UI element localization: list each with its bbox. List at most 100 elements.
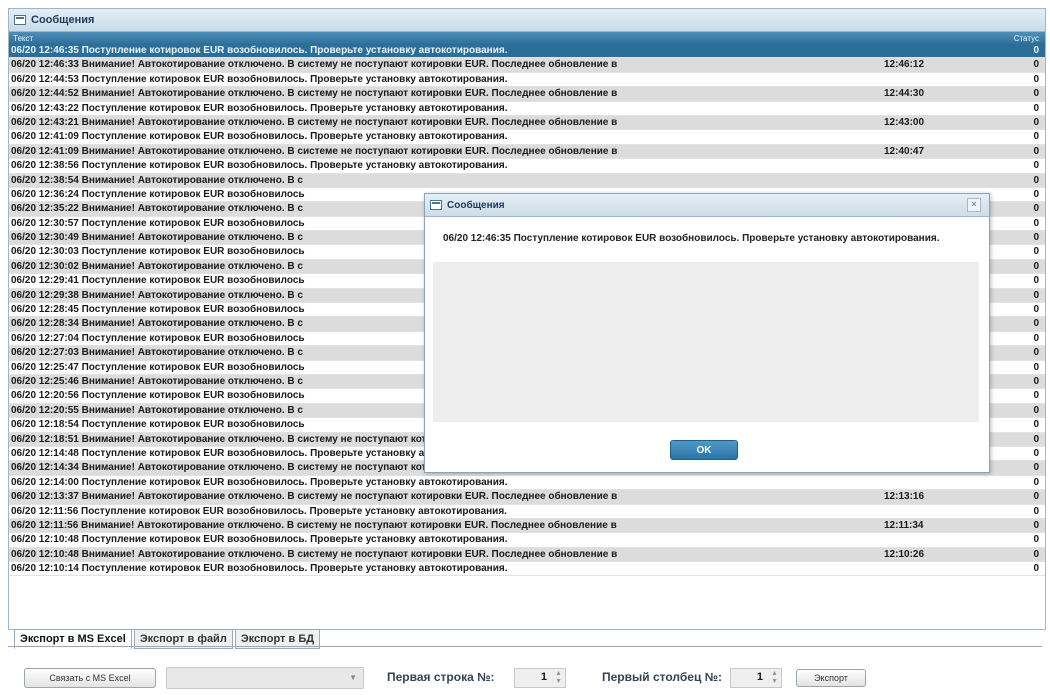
table-row[interactable]: 06/20 12:44:52 Внимание! Автокотирование… bbox=[9, 87, 1045, 102]
window-icon bbox=[430, 200, 442, 210]
status-value: 0 bbox=[1033, 447, 1039, 459]
last-update-time: 12:43:00 bbox=[884, 116, 925, 128]
message-text: 06/20 12:43:21 Внимание! Автокотирование… bbox=[11, 116, 618, 128]
table-row[interactable]: 06/20 12:38:56 Поступление котировок EUR… bbox=[9, 159, 1045, 174]
status-value: 0 bbox=[1033, 88, 1039, 100]
stepper-arrows-icon[interactable]: ▲ ▼ bbox=[555, 670, 562, 686]
status-value: 0 bbox=[1033, 289, 1039, 301]
message-text: 06/20 12:46:33 Внимание! Автокотирование… bbox=[11, 59, 618, 71]
export-button[interactable]: Экспорт bbox=[796, 669, 866, 687]
table-row[interactable]: 06/20 12:44:53 Поступление котировок EUR… bbox=[9, 72, 1045, 88]
status-value: 0 bbox=[1033, 318, 1039, 330]
table-row[interactable]: 06/20 12:38:54 Внимание! Автокотирование… bbox=[9, 173, 1045, 188]
message-text: 06/20 12:30:03 Поступление котировок EUR… bbox=[11, 246, 305, 258]
status-value: 0 bbox=[1033, 275, 1039, 287]
message-text: 06/20 12:38:54 Внимание! Автокотирование… bbox=[11, 174, 303, 186]
table-row[interactable]: 06/20 12:41:09 Поступление котировок EUR… bbox=[9, 130, 1045, 145]
close-icon[interactable]: × bbox=[967, 198, 981, 212]
status-value: 0 bbox=[1033, 145, 1039, 157]
status-value: 0 bbox=[1033, 116, 1039, 128]
dialog-body bbox=[433, 262, 979, 422]
workbook-select[interactable]: ▼ bbox=[166, 667, 364, 689]
message-text: 06/20 12:43:22 Поступление котировок EUR… bbox=[11, 102, 508, 114]
status-value: 0 bbox=[1033, 548, 1039, 560]
status-value: 0 bbox=[1033, 361, 1039, 373]
grid-header: Текст Статус bbox=[9, 32, 1045, 44]
message-text: 06/20 12:38:56 Поступление котировок EUR… bbox=[11, 160, 508, 172]
message-text: 06/20 12:29:38 Внимание! Автокотирование… bbox=[11, 289, 303, 301]
message-text: 06/20 12:20:56 Поступление котировок EUR… bbox=[11, 390, 305, 402]
message-text: 06/20 12:30:02 Внимание! Автокотирование… bbox=[11, 260, 303, 272]
message-text: 06/20 12:10:14 Поступление котировок EUR… bbox=[11, 563, 508, 575]
status-value: 0 bbox=[1033, 73, 1039, 85]
message-text: 06/20 12:46:35 Поступление котировок EUR… bbox=[11, 45, 508, 56]
column-header-text[interactable]: Текст bbox=[13, 34, 33, 43]
message-text: 06/20 12:14:00 Поступление котировок EUR… bbox=[11, 476, 508, 488]
table-row[interactable]: 06/20 12:11:56 Внимание! Автокотирование… bbox=[9, 518, 1045, 534]
stepper-arrows-icon[interactable]: ▲ ▼ bbox=[771, 670, 778, 686]
link-excel-button[interactable]: Связать с MS Excel bbox=[24, 668, 156, 688]
status-value: 0 bbox=[1033, 131, 1039, 143]
table-row[interactable]: 06/20 12:10:48 Внимание! Автокотирование… bbox=[9, 547, 1045, 563]
table-row[interactable]: 06/20 12:46:35 Поступление котировок EUR… bbox=[9, 44, 1045, 59]
status-value: 0 bbox=[1033, 347, 1039, 359]
table-row[interactable]: 06/20 12:43:22 Поступление котировок EUR… bbox=[9, 101, 1045, 116]
message-text: 06/20 12:13:37 Внимание! Автокотирование… bbox=[11, 491, 618, 503]
column-header-status[interactable]: Статус bbox=[1014, 34, 1039, 43]
message-text: 06/20 12:44:53 Поступление котировок EUR… bbox=[11, 73, 508, 85]
message-text: 06/20 12:11:56 Поступление котировок EUR… bbox=[11, 505, 507, 517]
message-text: 06/20 12:28:34 Внимание! Автокотирование… bbox=[11, 318, 303, 330]
first-col-stepper[interactable]: 1 ▲ ▼ bbox=[730, 668, 782, 688]
window-icon bbox=[14, 15, 26, 25]
table-row[interactable]: 06/20 12:11:56 Поступление котировок EUR… bbox=[9, 504, 1045, 519]
status-value: 0 bbox=[1033, 433, 1039, 445]
table-row[interactable]: 06/20 12:10:48 Поступление котировок EUR… bbox=[9, 533, 1045, 548]
message-text: 06/20 12:10:48 Внимание! Автокотирование… bbox=[11, 548, 618, 560]
status-value: 0 bbox=[1033, 160, 1039, 172]
message-text: 06/20 12:27:03 Внимание! Автокотирование… bbox=[11, 347, 303, 359]
message-text: 06/20 12:25:46 Внимание! Автокотирование… bbox=[11, 375, 303, 387]
table-row[interactable]: 06/20 12:10:14 Поступление котировок EUR… bbox=[9, 562, 1045, 577]
message-text: 06/20 12:10:48 Поступление котировок EUR… bbox=[11, 534, 508, 546]
last-update-time: 12:13:16 bbox=[884, 491, 925, 503]
message-text: 06/20 12:35:22 Внимание! Автокотирование… bbox=[11, 203, 303, 215]
status-value: 0 bbox=[1033, 404, 1039, 416]
status-value: 0 bbox=[1033, 419, 1039, 431]
table-row[interactable]: 06/20 12:13:37 Внимание! Автокотирование… bbox=[9, 490, 1045, 505]
dropdown-arrow-icon: ▼ bbox=[349, 673, 357, 682]
status-value: 0 bbox=[1033, 203, 1039, 215]
last-update-time: 12:46:12 bbox=[884, 59, 925, 71]
table-row[interactable]: 06/20 12:46:33 Внимание! Автокотирование… bbox=[9, 58, 1045, 73]
status-value: 0 bbox=[1033, 232, 1039, 244]
status-value: 0 bbox=[1033, 217, 1039, 229]
status-value: 0 bbox=[1033, 462, 1039, 474]
panel-titlebar: Сообщения bbox=[9, 9, 1045, 32]
status-value: 0 bbox=[1033, 476, 1039, 488]
status-value: 0 bbox=[1033, 246, 1039, 258]
status-value: 0 bbox=[1033, 59, 1039, 71]
panel-title: Сообщения bbox=[31, 14, 95, 26]
message-text: 06/20 12:30:57 Поступление котировок EUR… bbox=[11, 217, 305, 229]
status-value: 0 bbox=[1033, 260, 1039, 272]
ok-button[interactable]: OK bbox=[670, 440, 738, 460]
message-text: 06/20 12:41:09 Поступление котировок EUR… bbox=[11, 131, 508, 143]
first-row-stepper[interactable]: 1 ▲ ▼ bbox=[514, 668, 566, 688]
status-value: 0 bbox=[1033, 390, 1039, 402]
message-text: 06/20 12:28:45 Поступление котировок EUR… bbox=[11, 304, 305, 316]
table-row[interactable]: 06/20 12:14:00 Поступление котировок EUR… bbox=[9, 475, 1045, 491]
message-text: 06/20 12:30:49 Внимание! Автокотирование… bbox=[11, 232, 303, 244]
first-col-label: Первый столбец №: bbox=[602, 670, 723, 684]
tab-divider bbox=[8, 646, 1042, 647]
table-row[interactable]: 06/20 12:43:21 Внимание! Автокотирование… bbox=[9, 115, 1045, 131]
status-value: 0 bbox=[1033, 491, 1039, 503]
dialog-title: Сообщения bbox=[447, 199, 505, 211]
status-value: 0 bbox=[1033, 505, 1039, 517]
message-text: 06/20 12:11:56 Внимание! Автокотирование… bbox=[11, 519, 617, 531]
last-update-time: 12:11:34 bbox=[884, 519, 924, 531]
table-row[interactable]: 06/20 12:41:09 Внимание! Автокотирование… bbox=[9, 144, 1045, 160]
message-text: 06/20 12:44:52 Внимание! Автокотирование… bbox=[11, 88, 618, 100]
last-update-time: 12:44:30 bbox=[884, 88, 925, 100]
status-value: 0 bbox=[1033, 519, 1039, 531]
status-value: 0 bbox=[1033, 304, 1039, 316]
status-value: 0 bbox=[1033, 563, 1039, 575]
